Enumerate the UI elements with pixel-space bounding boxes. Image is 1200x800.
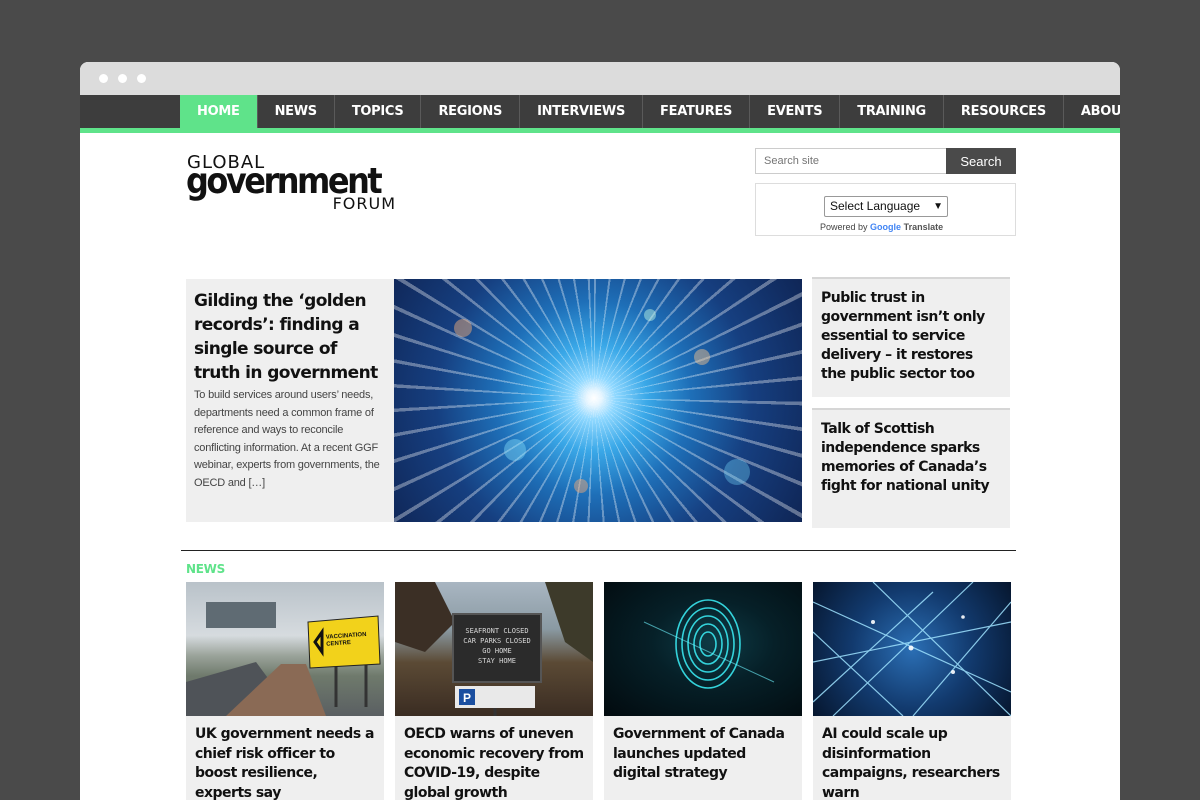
news-card[interactable]: VACCINATION CENTRE UK government needs a… [186,582,384,800]
powered-by-text: Powered by [820,222,868,232]
featured-story-excerpt: To build services around users’ needs, d… [194,389,380,489]
bokeh-dot [694,349,710,365]
news-card-title[interactable]: Government of Canada launches updated di… [604,716,802,784]
google-translate-widget: Select Language ▼ Powered by Google Tran… [755,183,1016,236]
google-logo-text: Google [870,222,902,232]
bokeh-dot [724,459,750,485]
svg-text:P: P [463,691,471,705]
nav-item-topics[interactable]: TOPICS [335,95,422,128]
featured-story-image[interactable] [394,279,802,522]
news-card[interactable]: Government of Canada launches updated di… [604,582,802,800]
site-logo[interactable]: GLOBAL government FORUM [186,152,396,213]
section-divider [181,550,1016,551]
side-story-card[interactable]: Public trust in government isn’t only es… [812,277,1010,397]
news-card[interactable]: P SEAFRONT CLOSED CAR PARKS CLOSED GO HO… [395,582,593,800]
window-dot-maximize-icon[interactable] [137,74,146,83]
side-story-title[interactable]: Public trust in government isn’t only es… [821,289,1001,384]
window-dot-minimize-icon[interactable] [118,74,127,83]
language-select[interactable]: Select Language ▼ [824,196,948,217]
fingerprint-graphic [643,599,775,689]
nav-item-interviews[interactable]: INTERVIEWS [520,95,644,128]
side-story-card[interactable]: Talk of Scottish independence sparks mem… [812,408,1010,528]
bokeh-dot [644,309,656,321]
network-lines-graphic [813,582,1011,716]
nav-item-features[interactable]: FEATURES [643,95,751,128]
nav-item-resources[interactable]: RESOURCES [944,95,1064,128]
news-image-vaccination-centre[interactable]: VACCINATION CENTRE [186,582,384,716]
nav-item-about[interactable]: ABOUT [1064,95,1120,128]
sign-line: STAY HOME [478,657,516,665]
nav-item-news[interactable]: NEWS [258,95,335,128]
vaccination-scene-graphic [186,602,381,716]
nav-item-events[interactable]: EVENTS [750,95,841,128]
light-burst-rays [394,279,802,522]
seafront-sign-display: SEAFRONT CLOSED CAR PARKS CLOSED GO HOME… [455,626,539,666]
bokeh-dot [574,479,588,493]
sign-line: GO HOME [482,647,512,655]
language-select-label: Select Language [830,199,921,213]
logo-line-forum: FORUM [332,194,396,213]
nav-item-regions[interactable]: REGIONS [421,95,521,128]
bokeh-dot [454,319,472,337]
news-image-seafront-closed-sign[interactable]: P SEAFRONT CLOSED CAR PARKS CLOSED GO HO… [395,582,593,716]
sign-line: SEAFRONT CLOSED [465,627,529,635]
side-story-title[interactable]: Talk of Scottish independence sparks mem… [821,420,1001,496]
news-image-fingerprint[interactable] [604,582,802,716]
translate-text[interactable]: Translate [904,222,944,232]
featured-story-card[interactable]: Gilding the ‘golden records’: finding a … [186,279,394,522]
news-card-title[interactable]: AI could scale up disinformation campaig… [813,716,1011,800]
nav-item-home[interactable]: HOME [180,95,258,128]
main-navigation-bar: HOME NEWS TOPICS REGIONS INTERVIEWS FEAT… [80,95,1120,133]
chevron-down-icon: ▼ [933,201,943,212]
main-nav: HOME NEWS TOPICS REGIONS INTERVIEWS FEAT… [180,95,1120,128]
sign-line: CAR PARKS CLOSED [463,637,531,645]
search-input[interactable] [755,148,947,174]
bokeh-dot [504,439,526,461]
news-section-label[interactable]: NEWS [186,562,225,576]
nav-accent-line [80,128,1120,133]
news-image-network-lines[interactable] [813,582,1011,716]
news-card[interactable]: AI could scale up disinformation campaig… [813,582,1011,800]
window-dot-close-icon[interactable] [99,74,108,83]
nav-item-training[interactable]: TRAINING [840,95,944,128]
news-card-title[interactable]: UK government needs a chief risk officer… [186,716,384,800]
powered-by-google-translate: Powered by Google Translate [820,222,943,232]
browser-titlebar [80,62,1120,95]
news-card-title[interactable]: OECD warns of uneven economic recovery f… [395,716,593,800]
search-button[interactable]: Search [946,148,1016,174]
featured-story-title[interactable]: Gilding the ‘golden records’: finding a … [194,289,386,385]
browser-window: HOME NEWS TOPICS REGIONS INTERVIEWS FEAT… [80,62,1120,800]
